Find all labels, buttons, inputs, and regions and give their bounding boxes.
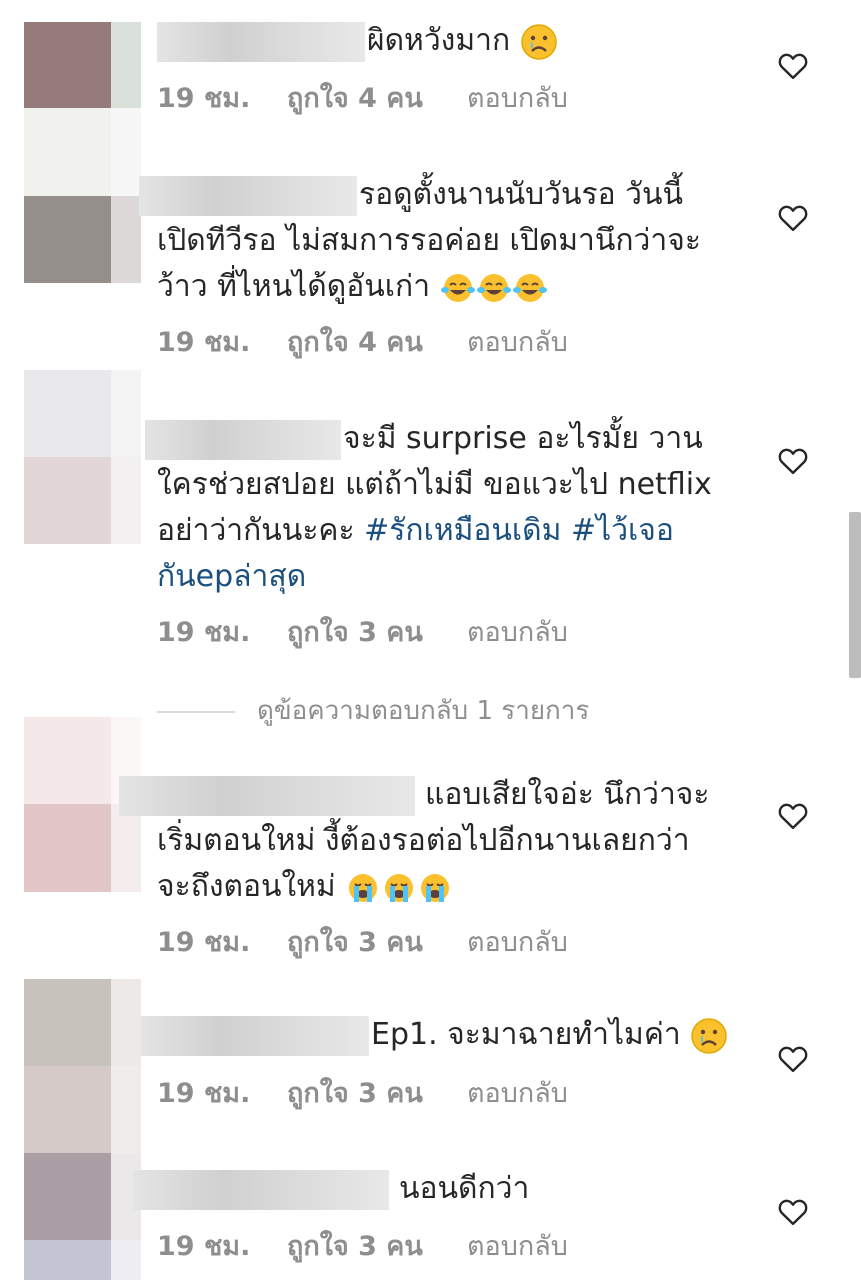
blurred-username <box>133 1169 389 1210</box>
heart-icon[interactable] <box>778 802 808 830</box>
comment-text: Ep1. จะมาฉายทำไมค่า <box>141 1012 757 1058</box>
comment-meta: 19 ชม. ถูกใจ 3 คน ตอบกลับ <box>157 1071 568 1114</box>
reply-button[interactable]: ตอบกลับ <box>467 610 568 653</box>
heart-icon[interactable] <box>778 447 808 475</box>
heart-icon[interactable] <box>778 1045 808 1073</box>
likes-count-link[interactable]: ถูกใจ 4 คน <box>287 320 467 363</box>
comments-page: ผิดหวังมาก 19 ชม. ถูกใจ 4 คน ตอบกลับ รอดูต… <box>0 0 861 1280</box>
comment-meta: 19 ชม. ถูกใจ 3 คน ตอบกลับ <box>157 920 568 963</box>
replies-divider <box>157 710 235 713</box>
reply-button[interactable]: ตอบกลับ <box>467 1224 568 1267</box>
sad-tear-emoji <box>691 1017 728 1054</box>
comment-time: 19 ชม. <box>157 1231 251 1262</box>
heart-icon[interactable] <box>778 204 808 232</box>
likes-count-link[interactable]: ถูกใจ 3 คน <box>287 1071 467 1114</box>
scrollbar-thumb[interactable] <box>849 512 861 678</box>
likes-count-link[interactable]: ถูกใจ 3 คน <box>287 920 467 963</box>
comment-text: แอบเสียใจอ่ะ นึกว่าจะ เริ่มตอนใหม่ งี้ต้… <box>119 772 757 910</box>
comment-meta: 19 ชม. ถูกใจ 4 คน ตอบกลับ <box>157 76 568 119</box>
loudly-crying-emoji <box>421 873 450 902</box>
likes-count-link[interactable]: ถูกใจ 3 คน <box>287 610 467 653</box>
view-replies-button[interactable]: ดูข้อความตอบกลับ 1 รายการ <box>157 690 589 731</box>
loudly-crying-emoji <box>385 873 414 902</box>
comment-text: รอดูตั้งนานนับวันรอ วันนี้ เปิดทีวีรอ ไม… <box>139 172 757 310</box>
comment-text: ผิดหวังมาก <box>157 18 757 64</box>
blurred-username <box>157 21 365 62</box>
heart-icon[interactable] <box>778 1198 808 1226</box>
reply-button[interactable]: ตอบกลับ <box>467 920 568 963</box>
hashtag-link-continued[interactable]: กันepล่าสุด <box>157 554 757 600</box>
tears-of-joy-emoji-group <box>430 269 548 304</box>
tears-of-joy-emoji <box>440 273 475 302</box>
comment-time: 19 ชม. <box>157 927 251 958</box>
reply-button[interactable]: ตอบกลับ <box>467 320 568 363</box>
blurred-username <box>145 419 341 460</box>
comment-time: 19 ชม. <box>157 1078 251 1109</box>
tears-of-joy-emoji <box>476 273 511 302</box>
hashtag-link[interactable]: #รักเหมือนเดิม <box>364 513 561 548</box>
comment-meta: 19 ชม. ถูกใจ 3 คน ตอบกลับ <box>157 1224 568 1267</box>
comment-meta: 19 ชม. ถูกใจ 3 คน ตอบกลับ <box>157 610 568 653</box>
comment-text: นอนดีกว่า <box>133 1166 757 1212</box>
tears-of-joy-emoji <box>512 273 547 302</box>
comment-time: 19 ชม. <box>157 83 251 114</box>
blurred-username <box>119 775 415 816</box>
likes-count-link[interactable]: ถูกใจ 3 คน <box>287 1224 467 1267</box>
likes-count-link[interactable]: ถูกใจ 4 คน <box>287 76 467 119</box>
heart-icon[interactable] <box>778 52 808 80</box>
sad-tear-emoji <box>520 23 557 60</box>
reply-button[interactable]: ตอบกลับ <box>467 76 568 119</box>
reply-button[interactable]: ตอบกลับ <box>467 1071 568 1114</box>
crying-emoji-group <box>336 869 454 904</box>
comment-time: 19 ชม. <box>157 327 251 358</box>
comment-meta: 19 ชม. ถูกใจ 4 คน ตอบกลับ <box>157 320 568 363</box>
hashtag-link[interactable]: #ไว้เจอ <box>571 513 674 548</box>
comment-time: 19 ชม. <box>157 617 251 648</box>
loudly-crying-emoji <box>349 873 378 902</box>
blurred-username <box>139 175 357 216</box>
comment-text: จะมี surprise อะไรมั้ย วาน ใครช่วยสปอย แ… <box>145 416 757 600</box>
blurred-username <box>141 1015 369 1056</box>
